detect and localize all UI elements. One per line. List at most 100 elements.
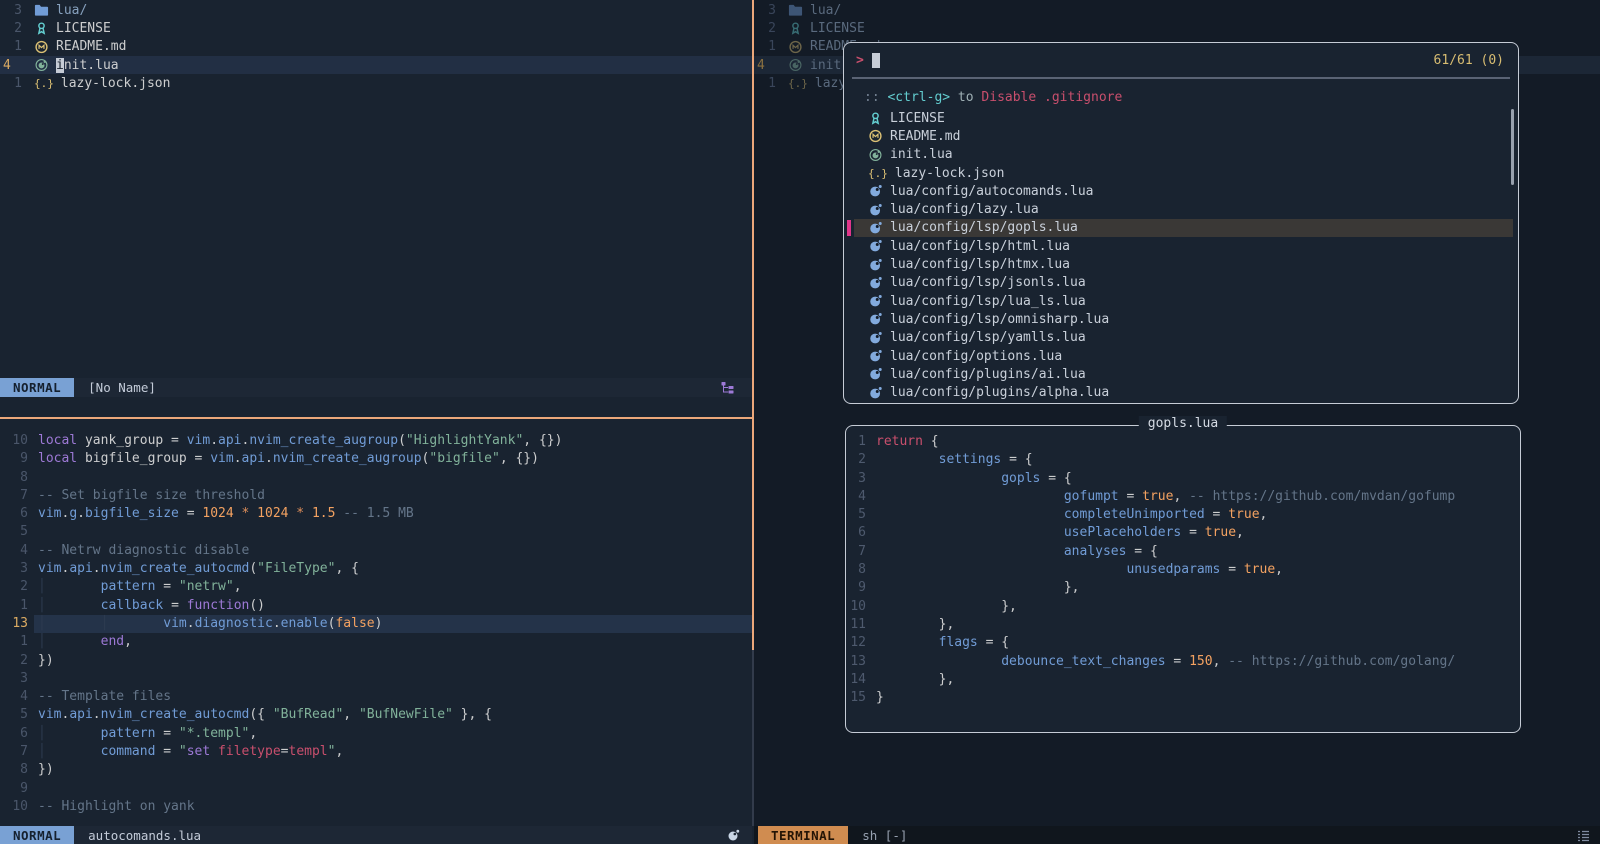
code-token: =	[179, 506, 202, 521]
line-number: 4	[754, 58, 780, 73]
file-item[interactable]: lua/config/autocomands.lua	[854, 182, 1513, 200]
code-text: })	[34, 652, 752, 670]
code-line[interactable]: 5vim.api.nvim_create_autocmd({ "BufRead"…	[0, 706, 752, 724]
file-item[interactable]: LICENSE	[854, 109, 1513, 127]
buffer-name: [No Name]	[88, 380, 156, 395]
file-row: 3lua/	[754, 1, 1600, 19]
left-pane: 3 lua/2LICENSE1README.md4init.lua1{.}lazy…	[0, 0, 752, 844]
scrollbar[interactable]	[1511, 109, 1514, 185]
line-number: 9	[846, 579, 876, 597]
code-line[interactable]: 10local yank_group = vim.api.nvim_create…	[0, 432, 752, 450]
code-token	[876, 635, 939, 650]
code-token: vim	[210, 451, 233, 466]
file-item[interactable]: README.md	[854, 127, 1513, 145]
file-item[interactable]: lua/config/lsp/yamlls.lua	[854, 329, 1513, 347]
line-number: 5	[846, 506, 876, 524]
code-token: = {	[1001, 452, 1032, 467]
fzf-results-list[interactable]: LICENSEREADME.mdinit.lua{.}lazy-lock.jso…	[844, 109, 1518, 402]
code-window[interactable]: 10local yank_group = vim.api.nvim_create…	[0, 432, 752, 816]
code-line[interactable]: 3vim.api.nvim_create_autocmd("FileType",…	[0, 560, 752, 578]
code-line[interactable]: 3	[0, 670, 752, 688]
code-token: ,	[1275, 562, 1283, 577]
code-token: lua/	[56, 3, 87, 18]
file-row[interactable]: 4init.lua	[0, 56, 752, 74]
file-item[interactable]: lua/config/plugins/ai.lua	[854, 365, 1513, 383]
code-line[interactable]: 5	[0, 523, 752, 541]
line-number: 4	[0, 688, 34, 706]
code-line[interactable]: 2})	[0, 652, 752, 670]
code-line[interactable]: 7│ command = "set filetype=templ",	[0, 743, 752, 761]
code-line[interactable]: 4-- Netrw diagnostic disable	[0, 542, 752, 560]
lua-icon	[868, 294, 883, 308]
file-item[interactable]: lua/config/lsp/jsonls.lua	[854, 274, 1513, 292]
code-token: "bigfile"	[429, 451, 499, 466]
code-token: =	[155, 726, 178, 741]
code-token: templ	[289, 744, 328, 759]
file-row[interactable]: 2LICENSE	[0, 19, 752, 37]
line-number: 5	[0, 706, 34, 724]
file-item[interactable]: lua/config/lsp/html.lua	[854, 237, 1513, 255]
statusline-terminal: TERMINAL sh [-]	[754, 826, 1600, 844]
folder-icon	[34, 3, 49, 17]
code-token: ::	[864, 90, 880, 105]
code-token	[876, 580, 1064, 595]
list-icon	[1577, 829, 1590, 842]
file-row[interactable]: 1{.}lazy-lock.json	[0, 74, 752, 92]
code-token: .	[77, 506, 85, 521]
code-line[interactable]: 9	[0, 780, 752, 798]
file-item[interactable]: lua/config/lazy.lua	[854, 200, 1513, 218]
file-explorer[interactable]: 3 lua/2LICENSE1README.md4init.lua1{.}lazy…	[0, 1, 752, 92]
code-line[interactable]: 1│ end,	[0, 633, 752, 651]
code-token: .	[93, 707, 101, 722]
active-window-border	[0, 417, 754, 419]
code-token: "HighlightYank"	[406, 433, 523, 448]
lua-icon	[868, 349, 883, 363]
code-token: completeUnimported	[1064, 507, 1205, 522]
code-token	[876, 654, 1001, 669]
file-item[interactable]: lua/config/options.lua	[854, 347, 1513, 365]
file-name: lazy-lock.json	[61, 76, 171, 91]
file-item[interactable]: lua/config/plugins/alpha.lua	[854, 383, 1513, 401]
code-text: local bigfile_group = vim.api.nvim_creat…	[34, 450, 752, 468]
code-token: 1024	[202, 506, 233, 521]
code-line[interactable]: 4-- Template files	[0, 688, 752, 706]
code-line[interactable]: 2│ pattern = "netrw",	[0, 578, 752, 596]
code-line[interactable]: 8	[0, 469, 752, 487]
code-token: api	[242, 451, 265, 466]
code-token: =	[1205, 507, 1228, 522]
code-token: =	[163, 598, 186, 613]
code-text: -- Netrw diagnostic disable	[34, 542, 752, 560]
code-line[interactable]: 9local bigfile_group = vim.api.nvim_crea…	[0, 450, 752, 468]
file-item[interactable]: lua/config/lsp/omnisharp.lua	[854, 310, 1513, 328]
line-number: 4	[0, 542, 34, 560]
line-number: 3	[0, 3, 26, 18]
file-item[interactable]: init.lua	[854, 146, 1513, 164]
file-row[interactable]: 1README.md	[0, 38, 752, 56]
code-line[interactable]: 7-- Set bigfile size threshold	[0, 487, 752, 505]
code-token: .	[187, 616, 195, 631]
code-line[interactable]: 13│ │ vim.diagnostic.enable(false)	[0, 615, 752, 633]
file-row[interactable]: 3 lua/	[0, 1, 752, 19]
code-line[interactable]: 6│ pattern = "*.templ",	[0, 725, 752, 743]
fzf-header: :: <ctrl-g> to Disable .gitignore	[864, 90, 1122, 105]
code-line[interactable]: 10-- Highlight on yank	[0, 798, 752, 816]
code-line[interactable]: 8})	[0, 761, 752, 779]
code-token: LICENSE	[56, 21, 111, 36]
file-item[interactable]: lua/config/lsp/lua_ls.lua	[854, 292, 1513, 310]
file-item[interactable]: {.}lazy-lock.json	[854, 164, 1513, 182]
file-item[interactable]: lua/config/lsp/gopls.lua	[854, 219, 1513, 237]
file-item[interactable]: lua/config/lsp/htmx.lua	[854, 255, 1513, 273]
code-line[interactable]: 6vim.g.bigfile_size = 1024 * 1024 * 1.5 …	[0, 505, 752, 523]
code-token: pattern	[101, 726, 156, 741]
line-number: 14	[846, 671, 876, 689]
code-token: ,	[124, 634, 132, 649]
code-token: nvim_create_augroup	[249, 433, 398, 448]
code-line[interactable]: 1│ callback = function()	[0, 597, 752, 615]
fzf-prompt[interactable]: >	[856, 53, 864, 68]
lua-icon	[868, 221, 883, 235]
code-token: api	[69, 707, 92, 722]
line-number: 5	[0, 523, 34, 541]
code-token: false	[335, 616, 374, 631]
code-token: )	[375, 616, 383, 631]
code-token: , {	[335, 561, 358, 576]
